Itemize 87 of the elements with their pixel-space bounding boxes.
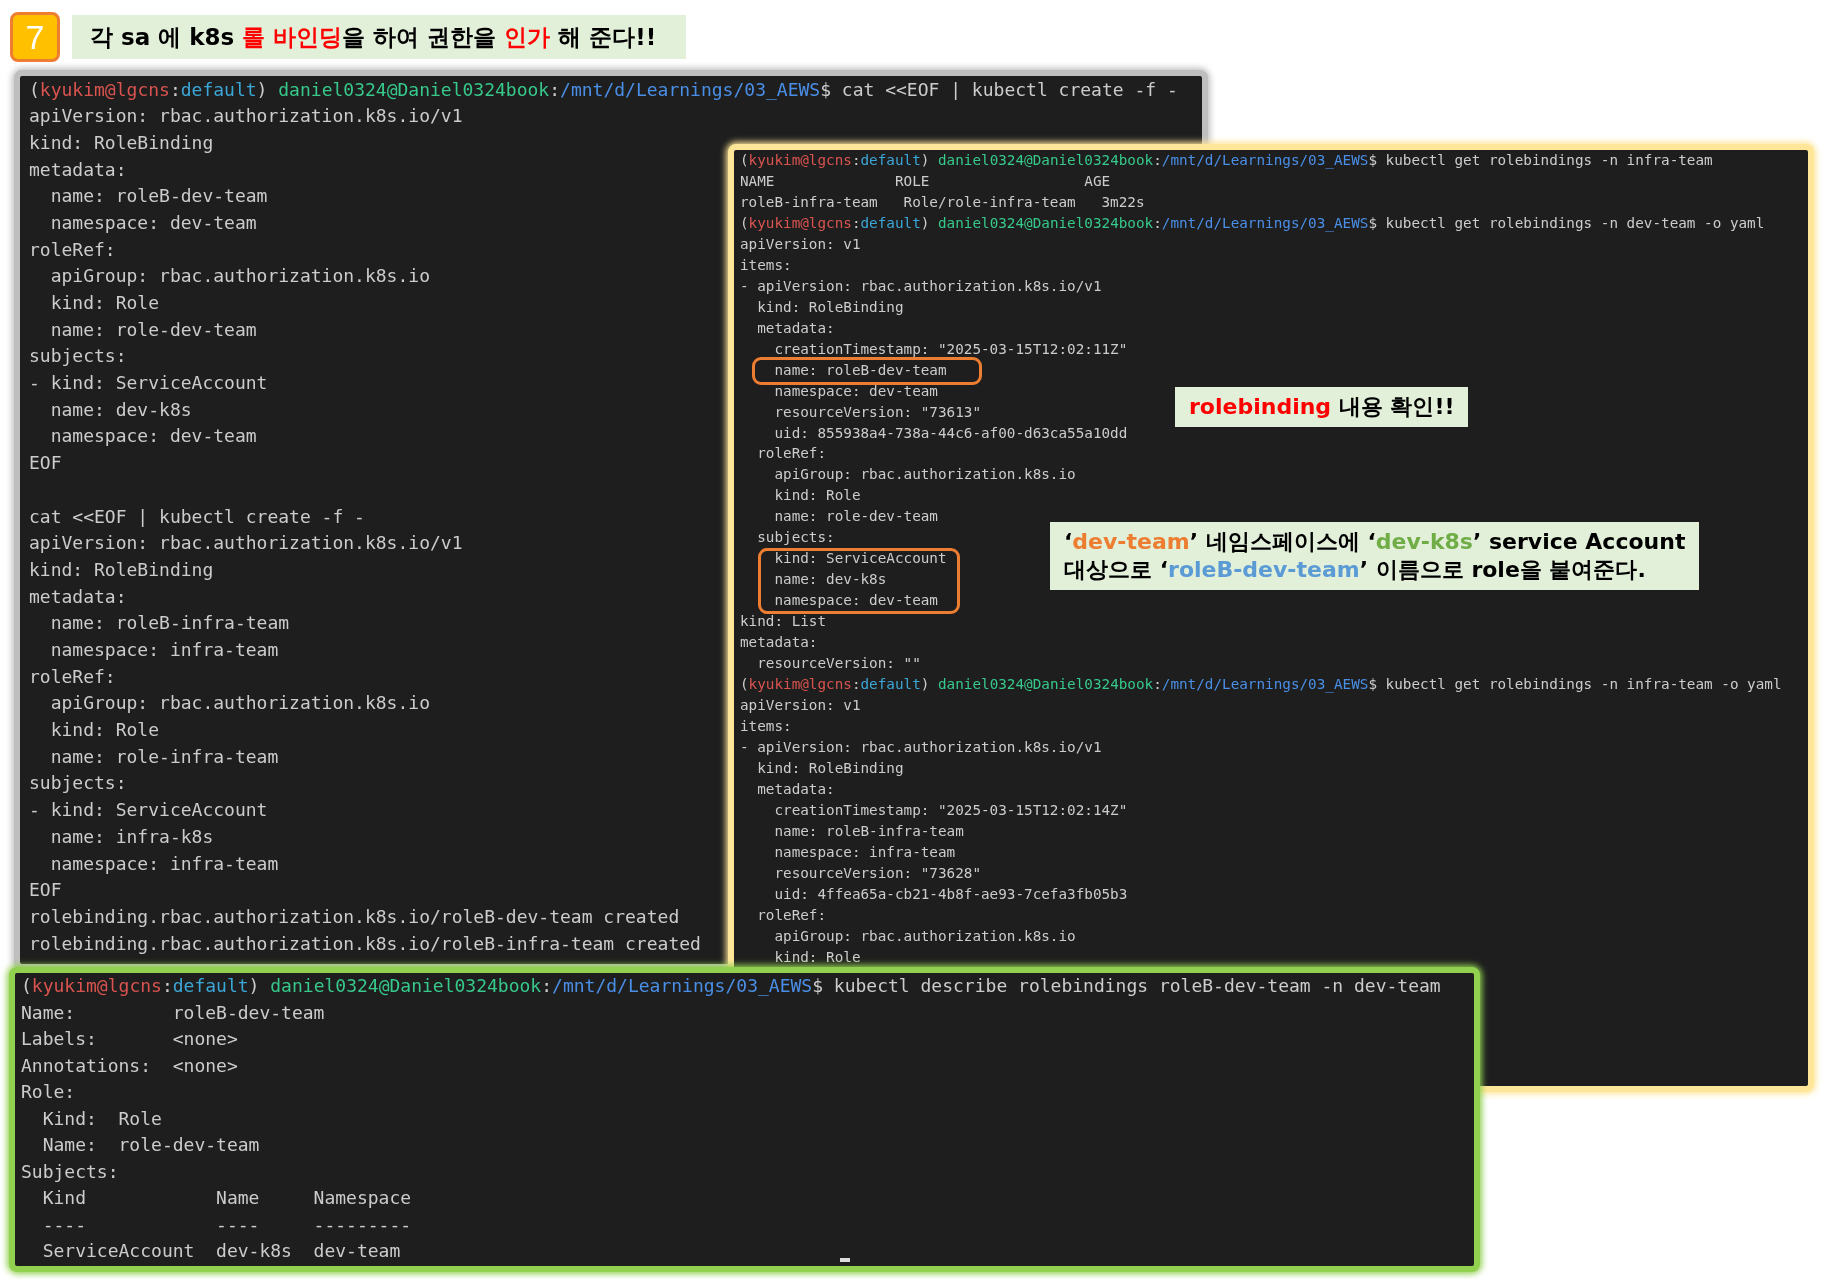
terminal-line: cat <<EOF | kubectl create -f - (29, 505, 365, 528)
prompt-line: (kyukim@lgcns:default) daniel0324@Daniel0324book:/mnt/d/Learnings/03_AEWS$ kubectl get rolebindings -n infra-team (740, 151, 1713, 170)
terminal-line: Kind Name Namespace (42, 1187, 412, 1209)
terminal-line: metadata: (29, 585, 127, 608)
terminal-line: roleRef: (29, 665, 116, 688)
terminal-line: resourceVersion: "73628" (774, 864, 981, 882)
prompt-line: (kyukim@lgcns:default) daniel0324@Daniel0324book:/mnt/d/Learnings/03_AEWS$ kubectl describe rolebindings roleB-dev-team -n dev-team (21, 975, 1441, 998)
terminal-line: Name: roleB-dev-team (21, 1001, 325, 1024)
slide-title: 각 sa 에 k8s 롤 바인딩을 하여 권한을 인가 해 준다!! (72, 15, 687, 59)
terminal-line: namespace: dev-team (774, 382, 938, 400)
terminal-line: name: role-infra-team (50, 745, 279, 768)
terminal-line: kind: Role (774, 487, 861, 505)
terminal-line: metadata: (29, 158, 127, 181)
annotation-note: ‘dev-team’ 네임스페이스에 ‘dev-k8s’ service Account 대상으로 ‘roleB-dev-team’ 이름으로 role을 붙여준다. (1050, 522, 1700, 590)
terminal-line: apiGroup: rbac.authorization.k8s.io (774, 927, 1076, 945)
terminal-line: apiGroup: rbac.authorization.k8s.io (50, 265, 430, 287)
annotation-note: rolebinding 내용 확인!! (1175, 387, 1469, 427)
prompt-line: (kyukim@lgcns:default) daniel0324@Daniel0324book:/mnt/d/Learnings/03_AEWS$ kubectl get rolebindings -n infra-team -o yaml (740, 676, 1782, 694)
terminal-line: resourceVersion: "" (757, 655, 921, 673)
terminal-line: - kind: ServiceAccount (29, 372, 268, 394)
terminal-line: ServiceAccount dev-k8s dev-team (42, 1240, 401, 1262)
terminal-line: kind: RoleBinding (757, 760, 904, 778)
terminal-line: subjects: (29, 345, 127, 367)
terminal-line: name: role-dev-team (774, 508, 938, 526)
terminal-line: namespace: infra-team (774, 843, 956, 862)
terminal-line: name: role-dev-team (50, 318, 257, 341)
terminal-line: roleB-infra-team Role/role-infra-team 3m22s (740, 193, 1145, 211)
terminal-line: kind: Role (774, 948, 861, 966)
terminal-line: resourceVersion: "73613" (774, 403, 981, 421)
terminal-line: apiVersion: rbac.authorization.k8s.io/v1 (29, 105, 463, 127)
terminal-line: Role: (21, 1081, 76, 1103)
terminal-line: kind: RoleBinding (29, 131, 214, 154)
terminal-line: name: roleB-infra-team (50, 612, 290, 634)
terminal-line: subjects: (29, 772, 127, 795)
terminal-line: - kind: ServiceAccount (29, 799, 268, 821)
terminal-line: namespace: dev-team (50, 425, 257, 448)
prompt-line: (kyukim@lgcns:default) daniel0324@Daniel0324book:/mnt/d/Learnings/03_AEWS$ kubectl get rolebindings -n dev-team -o yaml (740, 214, 1765, 232)
terminal-line: name: roleB-dev-team (774, 361, 947, 379)
terminal-line: uid: 4ffea65a-cb21-4b8f-ae93-7cefa3fb05b3 (774, 885, 1128, 903)
terminal-line: apiVersion: v1 (740, 697, 861, 715)
terminal-line: kind: ServiceAccount (774, 550, 947, 568)
terminal-line: kind: Role (50, 292, 160, 314)
terminal-line: - apiVersion: rbac.authorization.k8s.io/v1 (740, 739, 1102, 757)
terminal-line: metadata: (757, 780, 835, 799)
terminal-line: creationTimestamp: "2025-03-15T12:02:14Z" (774, 801, 1128, 820)
terminal-line: apiVersion: rbac.authorization.k8s.io/v1 (29, 532, 463, 554)
terminal-line: - apiVersion: rbac.authorization.k8s.io/v1 (740, 277, 1102, 295)
prompt-line: (kyukim@lgcns:default) daniel0324@Daniel0324book:/mnt/d/Learnings/03_AEWS$ cat <<EOF | kubectl create -f - (29, 78, 1178, 101)
terminal-line: Labels: <none> (21, 1028, 238, 1050)
terminal-line: NAME ROLE AGE (740, 172, 1111, 191)
terminal-line: kind: Role (50, 719, 160, 741)
terminal-line: namespace: dev-team (774, 592, 938, 610)
text-cursor (840, 1258, 850, 1262)
step-number: 7 (10, 12, 60, 62)
terminal-line: name: roleB-infra-team (774, 822, 964, 841)
terminal-line: subjects: (757, 529, 835, 547)
terminal-line: apiGroup: rbac.authorization.k8s.io (774, 466, 1076, 484)
terminal-line: EOF (29, 452, 62, 474)
terminal-line: namespace: infra-team (50, 639, 279, 661)
terminal-line: roleRef: (757, 445, 827, 463)
terminal-line: kind: RoleBinding (29, 558, 214, 581)
terminal-line: namespace: infra-team (50, 852, 279, 875)
terminal-line: roleRef: (757, 906, 827, 924)
terminal-line: kind: RoleBinding (757, 298, 904, 316)
terminal-line: rolebinding.rbac.authorization.k8s.io/roleB-infra-team created (29, 932, 701, 955)
terminal-line: Name: role-dev-team (42, 1134, 260, 1156)
terminal-line: uid: 855938a4-738a-44c6-af00-d63ca55a10dd (774, 424, 1128, 442)
terminal-line: ---- ---- --------- (42, 1213, 412, 1236)
terminal-line: Subjects: (21, 1160, 119, 1183)
terminal-line: name: dev-k8s (50, 398, 192, 421)
terminal-line: kind: List (740, 613, 827, 631)
terminal-line: name: dev-k8s (774, 571, 887, 589)
terminal-line: items: (740, 256, 792, 274)
terminal-line: metadata: (740, 634, 818, 652)
terminal-line: roleRef: (29, 238, 116, 261)
terminal-line: apiVersion: v1 (740, 235, 861, 253)
terminal-line: metadata: (757, 319, 835, 337)
terminal-line: name: infra-k8s (50, 825, 214, 848)
terminal-line: name: roleB-dev-team (50, 185, 268, 207)
terminal-line: apiGroup: rbac.authorization.k8s.io (50, 692, 430, 714)
terminal-line: items: (740, 718, 792, 736)
terminal-line: namespace: dev-team (50, 212, 257, 234)
terminal-line: Annotations: <none> (21, 1054, 238, 1077)
terminal-line: EOF (29, 879, 62, 901)
terminal-line: creationTimestamp: "2025-03-15T12:02:11Z" (774, 340, 1128, 358)
terminal-line: rolebinding.rbac.authorization.k8s.io/roleB-dev-team created (29, 905, 680, 928)
terminal-line: Kind: Role (42, 1107, 162, 1130)
